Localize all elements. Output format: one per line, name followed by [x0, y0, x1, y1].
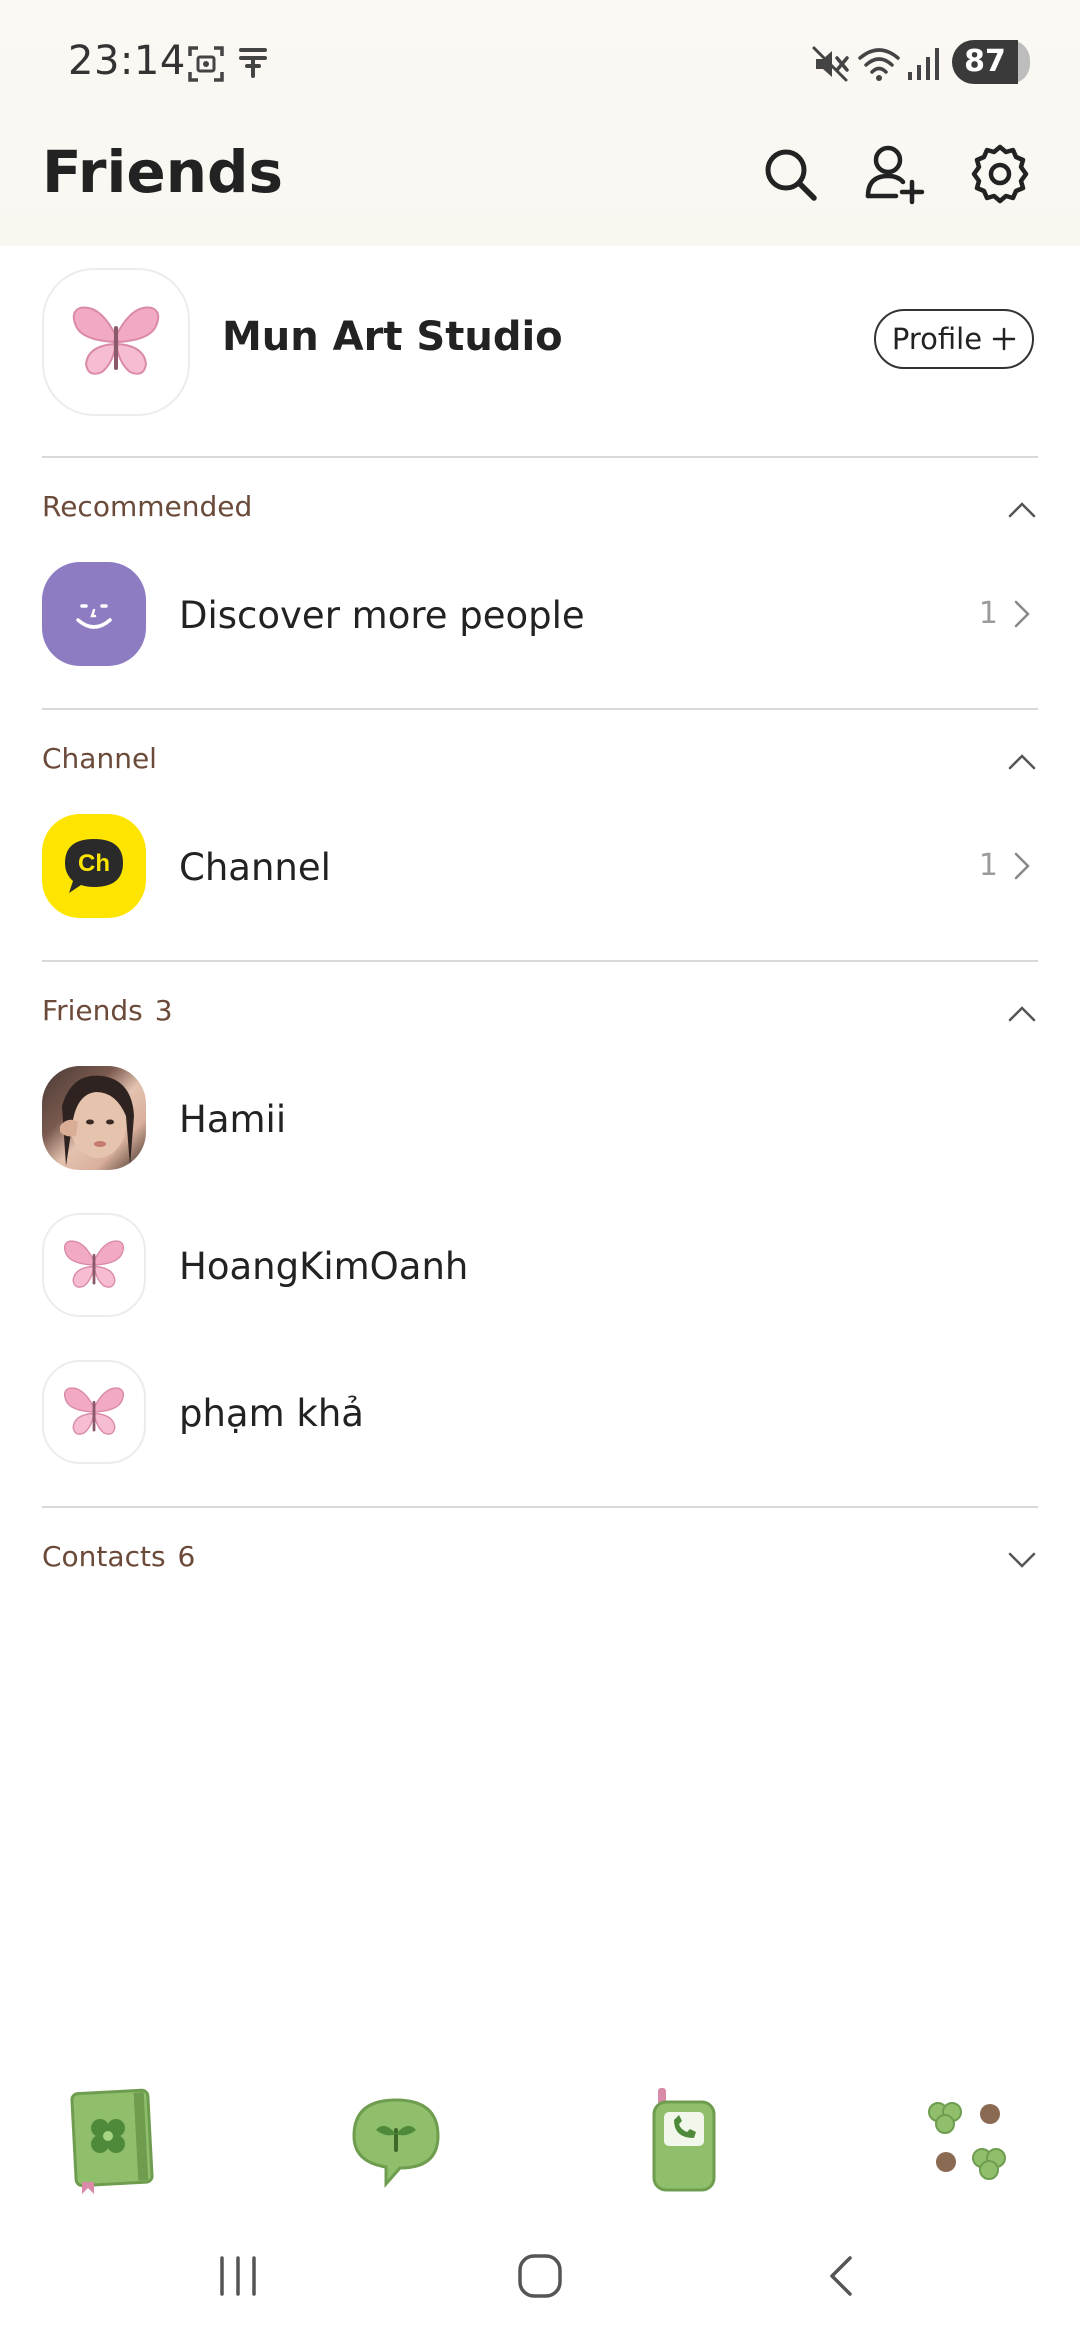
chat-bubble-icon — [352, 2098, 440, 2188]
profile-add-button[interactable]: Profile — [874, 309, 1034, 369]
list-item-channel[interactable]: Ch Channel 1 — [42, 814, 1038, 918]
screenshot-icon — [188, 46, 224, 82]
section-label-recommended: Recommended — [42, 490, 253, 523]
butterfly-icon — [63, 1240, 125, 1288]
status-bar: 23:14 87 — [0, 0, 1080, 120]
section-count: 3 — [154, 994, 173, 1027]
list-item-count: 1 — [978, 596, 998, 631]
list-item-name: Discover more people — [179, 594, 585, 637]
status-time: 23:14 — [68, 38, 186, 84]
profile-avatar[interactable] — [42, 268, 190, 416]
friend-avatar — [42, 1360, 146, 1464]
friend-name: phạm khả — [179, 1392, 364, 1435]
section-label-contacts: Contacts 6 — [42, 1540, 195, 1573]
friend-photo — [60, 1075, 134, 1166]
friend-row[interactable]: phạm khả — [42, 1360, 1038, 1464]
back-icon — [830, 2256, 852, 2296]
divider — [42, 960, 1038, 962]
add-friend-button[interactable] — [858, 138, 930, 210]
nav-chats[interactable] — [326, 2070, 466, 2210]
friend-name: Hamii — [179, 1098, 287, 1141]
recent-apps-icon — [220, 2256, 256, 2296]
battery-level: 87 — [964, 44, 1006, 79]
smiley-icon — [76, 604, 112, 629]
chevron-right-icon — [1014, 852, 1030, 880]
home-icon — [518, 2254, 562, 2298]
friend-row[interactable]: Hamii — [42, 1066, 1038, 1170]
section-label-friends: Friends 3 — [42, 994, 173, 1027]
chevron-up-icon[interactable] — [1006, 494, 1038, 526]
channel-avatar: Ch — [42, 814, 146, 918]
search-button[interactable] — [754, 138, 826, 210]
system-nav-bar — [0, 2236, 1080, 2316]
divider — [42, 708, 1038, 710]
search-icon — [765, 149, 817, 201]
list-item-discover[interactable]: Discover more people 1 — [42, 562, 1038, 666]
divider — [42, 456, 1038, 458]
friend-row[interactable]: HoangKimOanh — [42, 1213, 1038, 1317]
friends-book-icon — [70, 2088, 154, 2194]
add-friend-icon — [865, 145, 925, 205]
nav-calls[interactable] — [614, 2070, 754, 2210]
nav-more[interactable] — [900, 2070, 1040, 2210]
butterfly-icon — [72, 306, 160, 375]
page-title: Friends — [42, 138, 284, 206]
discover-avatar — [42, 562, 146, 666]
notification-icon — [239, 48, 267, 78]
section-label-text: Contacts — [42, 1540, 166, 1573]
phone-icon — [652, 2088, 716, 2192]
profile-name: Mun Art Studio — [222, 314, 563, 360]
settings-button[interactable] — [964, 138, 1036, 210]
signal-icon — [908, 48, 939, 80]
recent-apps-button[interactable] — [198, 2236, 278, 2316]
list-item-name: Channel — [179, 846, 331, 889]
section-count: 6 — [177, 1540, 196, 1573]
my-profile-row[interactable]: Mun Art Studio Profile — [42, 268, 1038, 416]
friend-name: HoangKimOanh — [179, 1245, 469, 1288]
channel-logo-icon: Ch — [65, 839, 123, 893]
channel-logo-text: Ch — [78, 850, 110, 877]
gear-icon — [971, 144, 1029, 204]
chevron-up-icon[interactable] — [1006, 998, 1038, 1030]
wifi-icon — [858, 48, 900, 81]
friend-avatar-photo — [42, 1066, 146, 1170]
nav-friends[interactable] — [40, 2070, 180, 2210]
plus-icon — [992, 327, 1016, 351]
back-button[interactable] — [802, 2236, 882, 2316]
list-item-count: 1 — [978, 848, 998, 883]
section-label-channel: Channel — [42, 742, 157, 775]
friend-avatar — [42, 1213, 146, 1317]
chevron-up-icon[interactable] — [1006, 746, 1038, 778]
butterfly-icon — [63, 1387, 125, 1435]
mute-icon — [812, 46, 849, 82]
chevron-down-icon[interactable] — [1006, 1544, 1038, 1576]
section-label-text: Friends — [42, 994, 143, 1027]
profile-button-label: Profile — [891, 322, 983, 356]
more-clover-icon — [928, 2102, 1006, 2180]
home-button[interactable] — [500, 2236, 580, 2316]
divider — [42, 1506, 1038, 1508]
bottom-nav — [0, 2070, 1080, 2210]
chevron-right-icon — [1014, 600, 1030, 628]
